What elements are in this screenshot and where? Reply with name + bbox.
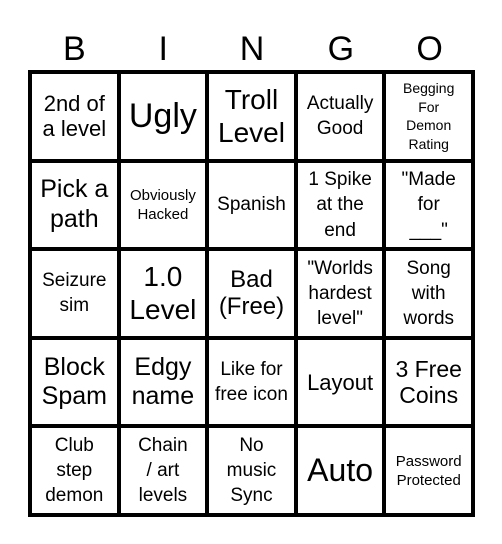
bingo-board: 2nd of a level Ugly Troll Level Actually… xyxy=(28,70,475,517)
cell-text: Pick a path xyxy=(40,175,109,233)
bingo-cell[interactable]: Seizure sim xyxy=(32,251,117,336)
cell-text: 3 Free Coins xyxy=(395,355,462,409)
cell-text: "Made for ___" xyxy=(401,168,456,241)
cell-text: 1.0 Level xyxy=(129,261,197,326)
cell-text: Seizure sim xyxy=(42,270,107,317)
bingo-cell[interactable]: 1 Spike at the end xyxy=(297,162,383,248)
bingo-cell[interactable]: Actually Good xyxy=(297,74,383,159)
bingo-cell[interactable]: 3 Free Coins xyxy=(386,339,471,425)
header-letter-n: N xyxy=(239,30,265,68)
cell-text: Edgy name xyxy=(131,352,195,411)
bingo-cell[interactable]: Pick a path xyxy=(32,162,117,248)
header-letter-b: B xyxy=(63,30,86,68)
bingo-cell[interactable]: Obviously Hacked xyxy=(120,162,206,248)
bingo-cell[interactable]: 1.0 Level xyxy=(120,251,206,336)
cell-text: Spanish xyxy=(217,194,286,216)
cell-text: Actually Good xyxy=(306,93,374,140)
cell-text: Like for free icon xyxy=(215,358,288,406)
cell-text: Layout xyxy=(307,369,374,395)
bingo-cell[interactable]: Begging For Demon Rating xyxy=(386,74,471,159)
cell-text: "Worlds hardest level" xyxy=(307,257,373,330)
bingo-cell[interactable]: Like for free icon xyxy=(209,339,294,425)
bingo-cell[interactable]: Ugly xyxy=(120,74,206,159)
bingo-cell[interactable]: Club step demon xyxy=(32,428,117,513)
cell-text: Chain / art levels xyxy=(138,434,188,507)
bingo-cell[interactable]: 2nd of a level xyxy=(32,74,117,159)
cell-text: No music Sync xyxy=(226,434,277,507)
bingo-cell[interactable]: Block Spam xyxy=(32,339,117,425)
header-letter-g: G xyxy=(327,30,355,68)
bingo-cell[interactable]: Troll Level xyxy=(209,74,294,159)
bingo-cell[interactable]: Auto xyxy=(297,428,383,513)
bingo-cell[interactable]: Song with words xyxy=(386,251,471,336)
bingo-cell[interactable]: Password Protected xyxy=(386,428,471,513)
bingo-cell[interactable]: Edgy name xyxy=(120,339,206,425)
cell-text: 2nd of a level xyxy=(42,91,107,142)
cell-text: Song with words xyxy=(403,257,455,330)
header-letter-i: I xyxy=(158,30,168,68)
cell-text: 1 Spike at the end xyxy=(308,168,372,241)
header-letter-o: O xyxy=(416,30,443,68)
bingo-cell[interactable]: Spanish xyxy=(209,162,294,248)
cell-text: Ugly xyxy=(128,96,197,135)
cell-text: Password Protected xyxy=(395,452,462,489)
cell-text: Begging For Demon Rating xyxy=(402,80,455,152)
bingo-cell[interactable]: Bad (Free) xyxy=(209,251,294,336)
cell-text: Troll Level xyxy=(218,84,285,149)
bingo-cell[interactable]: "Worlds hardest level" xyxy=(297,251,383,336)
cell-text: Obviously Hacked xyxy=(129,186,196,223)
cell-text: Auto xyxy=(307,452,373,489)
cell-text: Bad (Free) xyxy=(218,266,285,321)
bingo-header: B I N G O xyxy=(30,28,474,70)
bingo-cell[interactable]: "Made for ___" xyxy=(386,162,471,248)
cell-text: Block Spam xyxy=(41,352,107,411)
bingo-cell[interactable]: No music Sync xyxy=(209,428,294,513)
bingo-cell[interactable]: Layout xyxy=(297,339,383,425)
cell-text: Club step demon xyxy=(45,434,104,507)
bingo-cell[interactable]: Chain / art levels xyxy=(120,428,206,513)
